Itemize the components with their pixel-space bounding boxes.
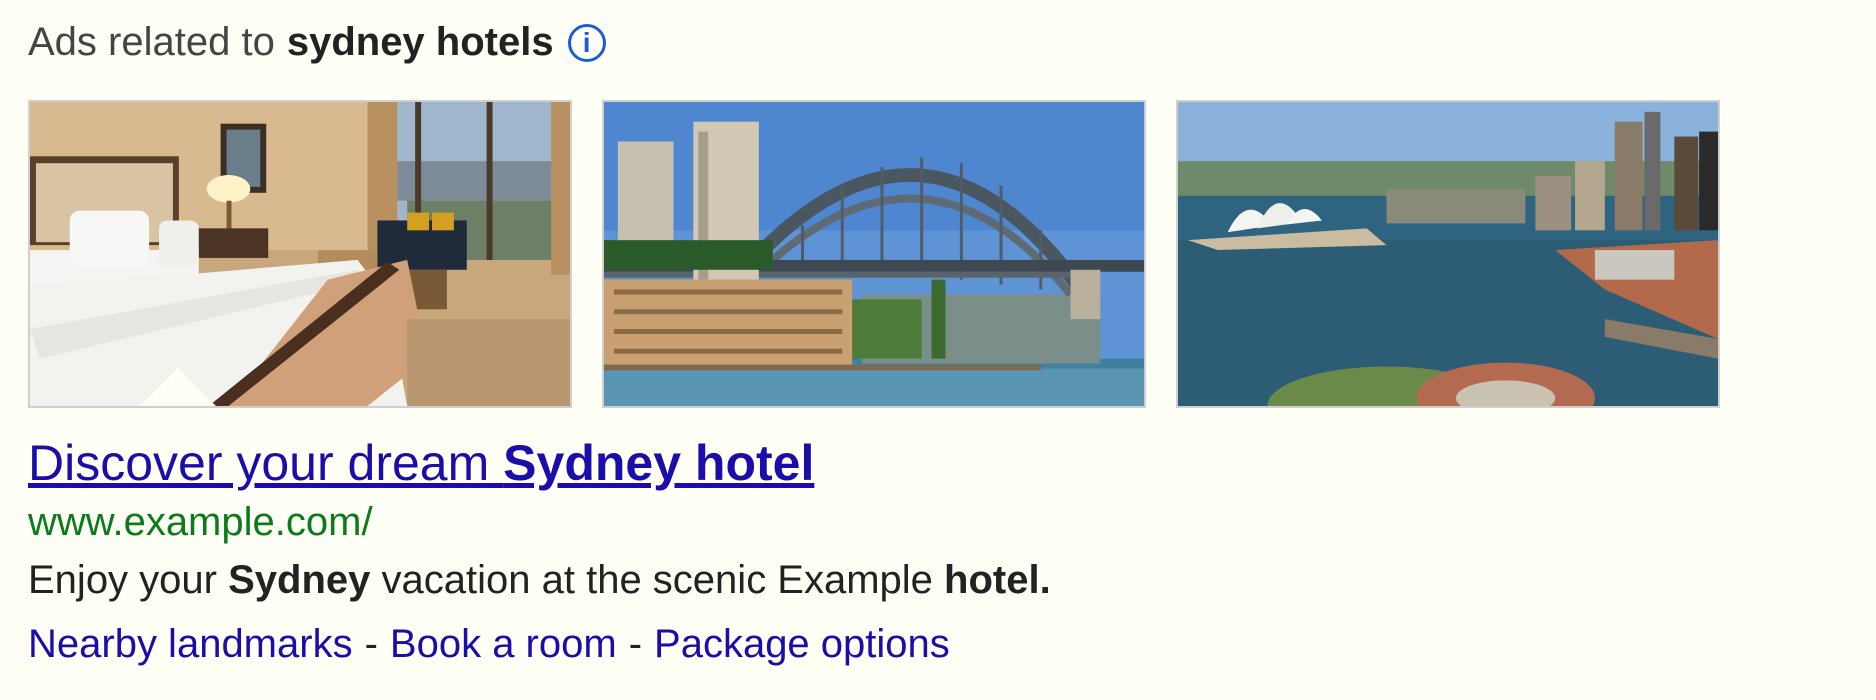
selected-image-pointer [140, 368, 216, 406]
opera-house-harbour-image [1178, 102, 1718, 406]
hotel-room-image [30, 102, 570, 406]
ad-image-opera-house-harbour[interactable] [1176, 100, 1720, 408]
ads-header-prefix: Ads related to [28, 20, 275, 64]
info-icon[interactable]: i [567, 23, 606, 62]
sitelink-package-options[interactable]: Package options [654, 622, 950, 666]
ad-description: Enjoy your Sydney vacation at the scenic… [28, 558, 1051, 603]
ad-title-bold: Sydney hotel [503, 435, 815, 491]
sitelink-separator: - [364, 622, 378, 666]
harbour-bridge-image [604, 102, 1144, 406]
ad-title-link[interactable]: Discover your dream Sydney hotel [28, 434, 814, 492]
ad-desc-bold-1: Sydney [228, 558, 371, 602]
ads-header: Ads related to sydney hotels i [28, 20, 606, 65]
ad-desc-part-2: vacation at the scenic Example [370, 558, 945, 602]
sitelink-separator: - [628, 622, 643, 666]
ad-desc-part-1: Enjoy your [28, 558, 229, 602]
ad-image-hotel-room[interactable] [28, 100, 572, 408]
sitelink-book-a-room[interactable]: Book a room [390, 622, 617, 666]
ad-display-url: www.example.com/ [28, 500, 373, 544]
sitelink-nearby-landmarks[interactable]: Nearby landmarks [28, 622, 353, 666]
ad-sitelinks: Nearby landmarks - Book a room - Package opt… [28, 622, 950, 667]
ad-title-plain: Discover your dream [28, 435, 504, 491]
ad-desc-bold-2: hotel. [944, 558, 1051, 602]
ads-header-query: sydney hotels [286, 20, 554, 64]
ad-image-harbour-bridge[interactable] [602, 100, 1146, 408]
